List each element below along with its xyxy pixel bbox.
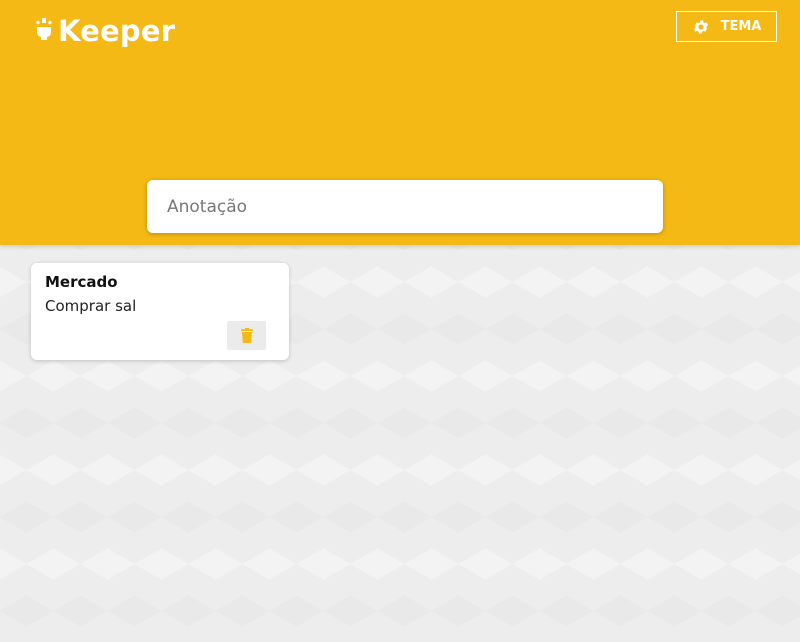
- note-card: Mercado Comprar sal: [31, 263, 289, 360]
- delete-note-button[interactable]: [227, 321, 266, 350]
- lightbulb-icon: [35, 18, 53, 40]
- app-root: Keeper TEMA Mercado Comprar sal: [0, 0, 800, 642]
- theme-button[interactable]: TEMA: [676, 11, 777, 42]
- note-title: Mercado: [45, 273, 118, 291]
- app-logo: Keeper: [34, 14, 175, 48]
- trash-icon: [240, 328, 253, 343]
- note-content: Comprar sal: [45, 297, 137, 315]
- theme-button-label: TEMA: [720, 19, 762, 34]
- gear-icon: [693, 19, 708, 34]
- app-name: Keeper: [58, 14, 176, 48]
- note-input[interactable]: [147, 180, 663, 233]
